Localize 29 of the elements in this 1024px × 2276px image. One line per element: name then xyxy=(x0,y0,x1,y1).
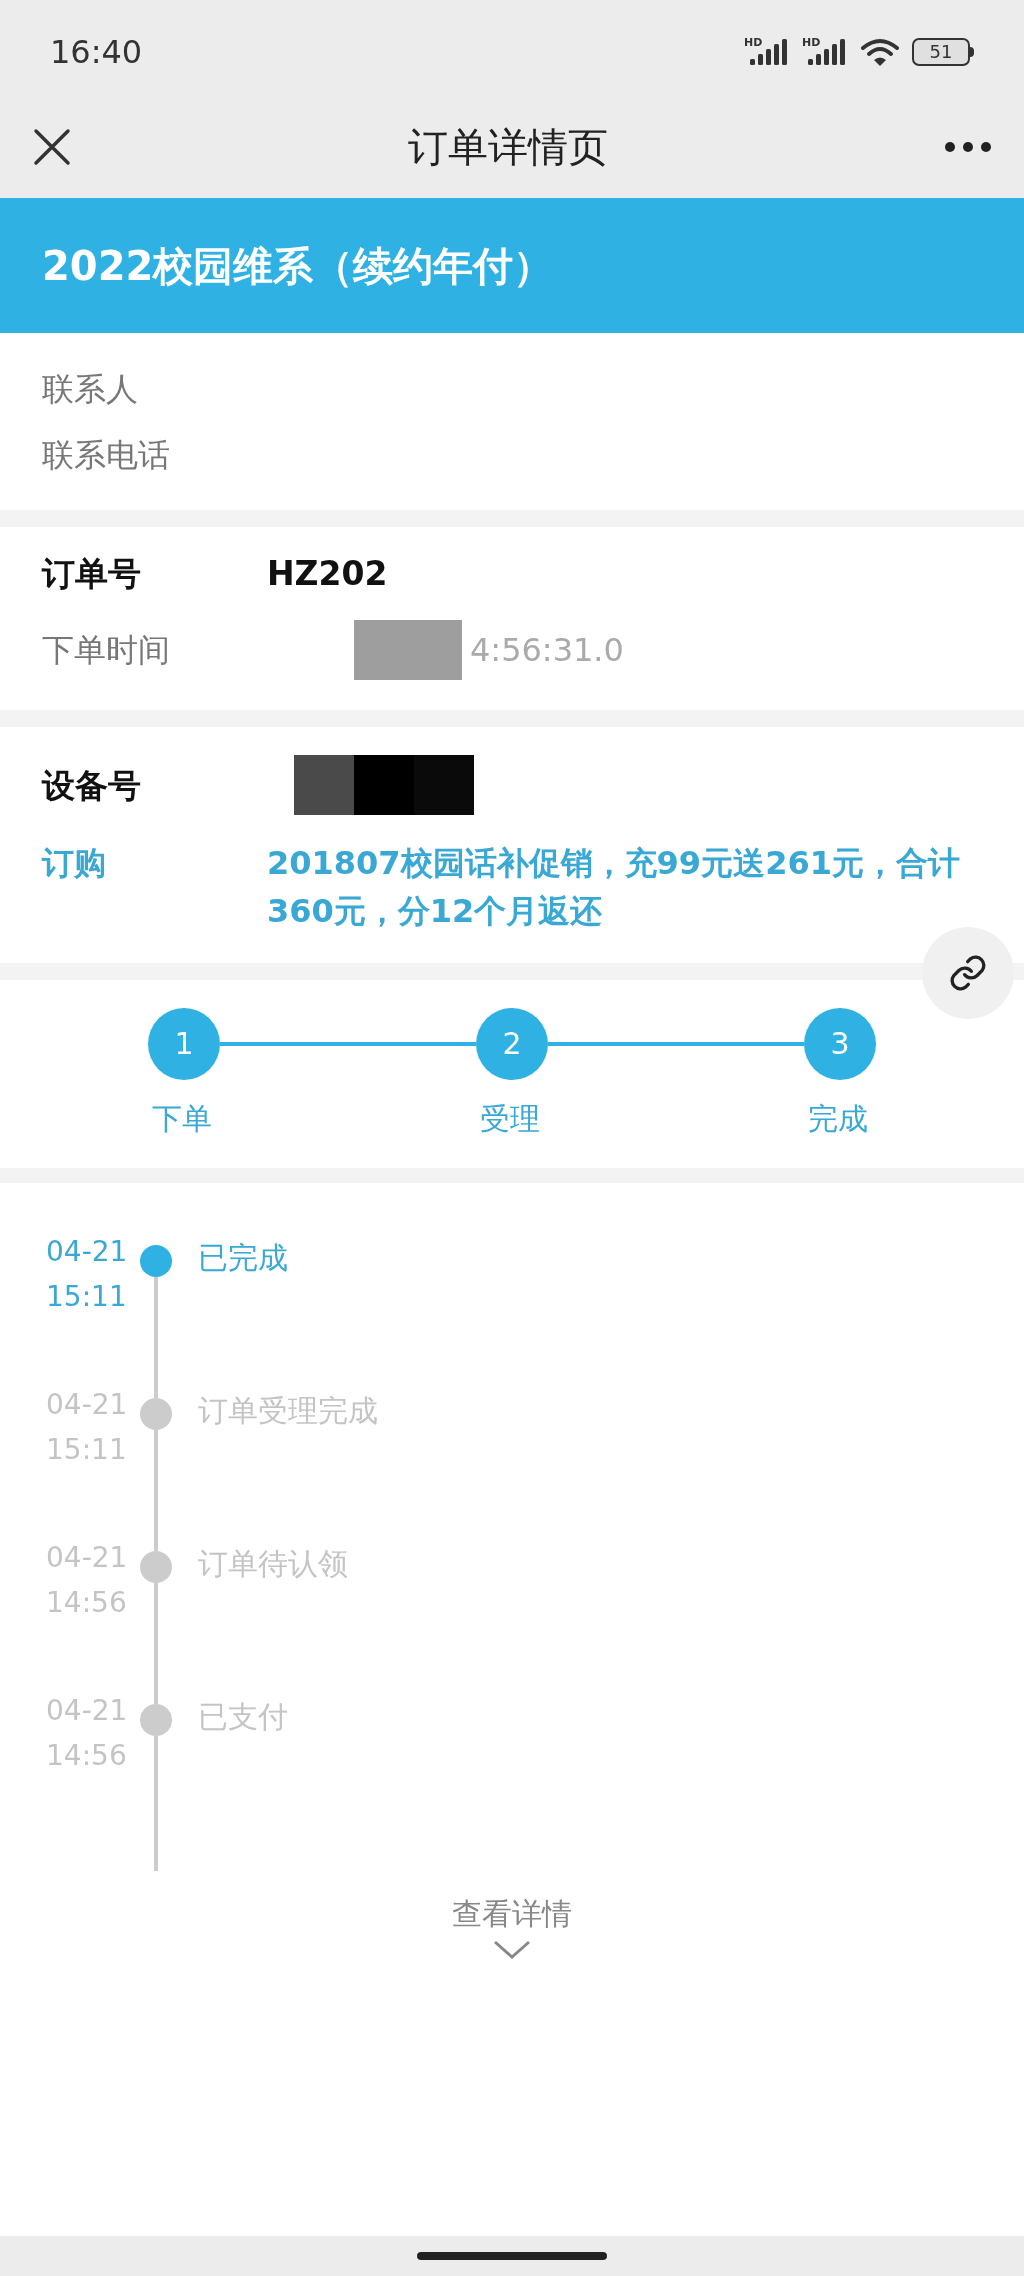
field-label: 订单号 xyxy=(42,557,142,590)
more-icon[interactable] xyxy=(944,141,992,153)
status-time: 16:40 xyxy=(50,32,143,73)
timeline-status: 已支付 xyxy=(198,1702,288,1732)
order-number: HZ202 xyxy=(267,557,388,590)
step-label: 完成 xyxy=(808,1099,869,1138)
details-link[interactable]: 查看详情 xyxy=(452,1891,572,1936)
header-title: 2022校园维系（续约年付） xyxy=(42,241,554,291)
field-label: 订购 xyxy=(42,843,107,884)
field-label: 设备号 xyxy=(42,768,142,802)
timeline-status: 订单受理完成 xyxy=(198,1396,378,1426)
close-icon[interactable] xyxy=(32,127,72,167)
field-label: 联系人 xyxy=(42,372,139,405)
step-label: 受理 xyxy=(480,1099,541,1138)
purchase-description: 201807校园话补促销，充99元送261元，合计360元，分12个月返还 xyxy=(267,843,961,932)
field-label: 下单时间 xyxy=(42,634,171,666)
timeline-timestamp: 04-21 15:11 xyxy=(46,1387,129,1468)
step-label: 下单 xyxy=(152,1099,213,1138)
order-time: 4:56:31.0 xyxy=(470,634,624,666)
chevron-down-icon xyxy=(493,1940,531,1960)
timeline-status: 已完成 xyxy=(198,1243,288,1273)
timeline-timestamp: 04-21 14:56 xyxy=(46,1693,129,1774)
page-title: 订单详情页 xyxy=(408,123,608,172)
timeline-timestamp: 04-21 15:11 xyxy=(46,1234,129,1315)
field-label: 联系电话 xyxy=(42,438,171,471)
link-icon xyxy=(948,953,988,993)
wifi-icon xyxy=(860,37,900,67)
timeline-status: 订单待认领 xyxy=(198,1549,348,1579)
timeline-timestamp: 04-21 14:56 xyxy=(46,1540,129,1621)
